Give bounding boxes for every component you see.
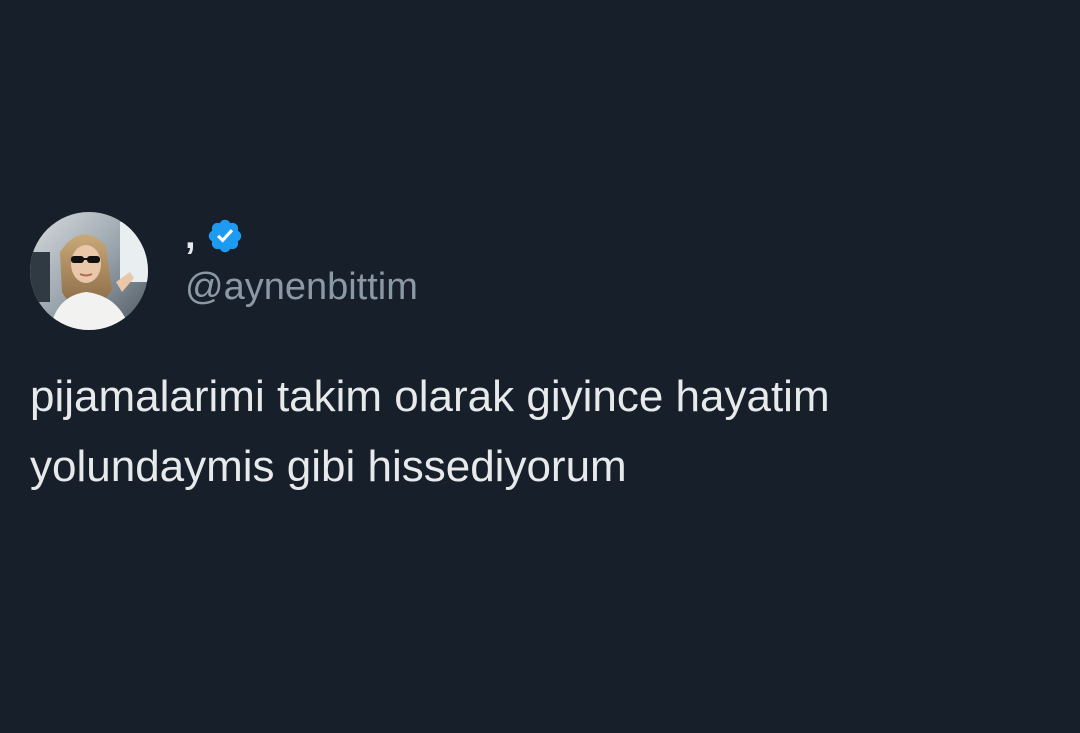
avatar-image bbox=[30, 212, 148, 330]
tweet-card: , @aynenbittim pijamalarimi takim olarak… bbox=[0, 0, 1080, 733]
verified-badge-icon bbox=[206, 217, 244, 255]
tweet-text: pijamalarimi takim olarak giyince hayati… bbox=[30, 362, 1070, 502]
avatar[interactable] bbox=[30, 212, 148, 330]
tweet-text-line: pijamalarimi takim olarak giyince hayati… bbox=[30, 372, 830, 421]
author-handle[interactable]: @aynenbittim bbox=[185, 264, 418, 310]
author-name-row: , bbox=[185, 214, 244, 258]
tweet-header: , @aynenbittim bbox=[30, 212, 730, 332]
tweet-text-line: yolundaymis gibi hissediyorum bbox=[30, 442, 627, 491]
display-name[interactable]: , bbox=[185, 214, 196, 258]
